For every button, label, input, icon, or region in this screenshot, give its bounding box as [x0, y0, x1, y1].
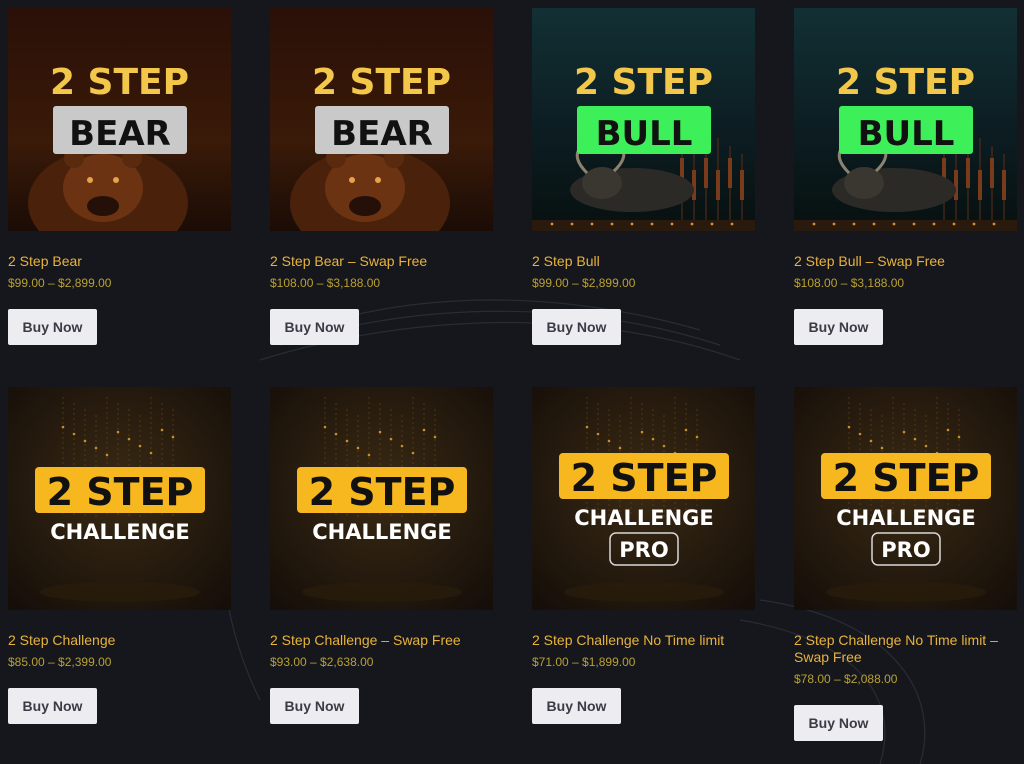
product-image[interactable]: 2 STEP CHALLENGE	[270, 387, 493, 610]
buy-now-button[interactable]: Buy Now	[532, 688, 621, 724]
product-grid: 2 STEP BEAR 2 Step Bear $99.00 – $2,899.0…	[8, 8, 1018, 741]
artwork-label: CHALLENGE	[50, 520, 190, 544]
artwork-title: 2 STEP	[574, 62, 713, 103]
product-price: $108.00 – $3,188.00	[794, 276, 905, 290]
buy-now-button[interactable]: Buy Now	[8, 309, 97, 345]
artwork-label: CHALLENGE	[836, 506, 976, 530]
artwork-title: 2 STEP	[47, 470, 194, 514]
buy-now-button[interactable]: Buy Now	[794, 705, 883, 741]
buy-now-button[interactable]: Buy Now	[8, 688, 97, 724]
product-image[interactable]: 2 STEP BEAR	[8, 8, 231, 231]
product-price: $85.00 – $2,399.00	[8, 655, 112, 669]
product-price: $99.00 – $2,899.00	[8, 276, 112, 290]
artwork-title: 2 STEP	[309, 470, 456, 514]
product-card: 2 STEP CHALLENGE 2 Step Challenge – Swap …	[270, 387, 493, 741]
product-image[interactable]: 2 STEP BULL	[532, 8, 755, 231]
product-card: 2 STEP BULL 2 Step Bull $99.00 – $2,899.0…	[532, 8, 755, 345]
product-image[interactable]: 2 STEP BEAR	[270, 8, 493, 231]
artwork-label: BULL	[596, 114, 693, 154]
product-title[interactable]: 2 Step Challenge No Time limit – Swap Fr…	[794, 632, 1017, 666]
product-card: 2 STEP BEAR 2 Step Bear $99.00 – $2,899.0…	[8, 8, 231, 345]
artwork-title: 2 STEP	[833, 456, 980, 500]
product-title[interactable]: 2 Step Bear – Swap Free	[270, 253, 493, 270]
artwork-label: BEAR	[69, 114, 171, 154]
product-card: 2 STEP CHALLENGE PRO 2 Step Challenge No T…	[532, 387, 755, 741]
artwork-label: BEAR	[331, 114, 433, 154]
artwork-label: BULL	[858, 114, 955, 154]
artwork-title: 2 STEP	[571, 456, 718, 500]
buy-now-button[interactable]: Buy Now	[270, 309, 359, 345]
product-price: $78.00 – $2,088.00	[794, 672, 898, 686]
artwork-title: 2 STEP	[50, 62, 189, 103]
product-title[interactable]: 2 Step Bull	[532, 253, 755, 270]
product-title[interactable]: 2 Step Bear	[8, 253, 231, 270]
product-image[interactable]: 2 STEP CHALLENGE	[8, 387, 231, 610]
product-card: 2 STEP BULL 2 Step Bull – Swap Free $108.…	[794, 8, 1017, 345]
artwork-label: CHALLENGE	[574, 506, 714, 530]
artwork-pro-label: PRO	[619, 538, 668, 562]
buy-now-button[interactable]: Buy Now	[532, 309, 621, 345]
product-image[interactable]: 2 STEP BULL	[794, 8, 1017, 231]
artwork-title: 2 STEP	[312, 62, 451, 103]
product-card: 2 STEP BEAR 2 Step Bear – Swap Free $108.…	[270, 8, 493, 345]
product-price: $71.00 – $1,899.00	[532, 655, 636, 669]
artwork-title: 2 STEP	[836, 62, 975, 103]
product-price: $108.00 – $3,188.00	[270, 276, 381, 290]
product-card: 2 STEP CHALLENGE PRO 2 Step Challenge No T…	[794, 387, 1017, 741]
artwork-pro-label: PRO	[881, 538, 930, 562]
product-card: 2 STEP CHALLENGE 2 Step Challenge $85.00 …	[8, 387, 231, 741]
product-image[interactable]: 2 STEP CHALLENGE PRO	[532, 387, 755, 610]
product-title[interactable]: 2 Step Bull – Swap Free	[794, 253, 1017, 270]
product-price: $93.00 – $2,638.00	[270, 655, 374, 669]
buy-now-button[interactable]: Buy Now	[270, 688, 359, 724]
product-title[interactable]: 2 Step Challenge	[8, 632, 231, 649]
product-price: $99.00 – $2,899.00	[532, 276, 636, 290]
artwork-label: CHALLENGE	[312, 520, 452, 544]
product-title[interactable]: 2 Step Challenge – Swap Free	[270, 632, 493, 649]
buy-now-button[interactable]: Buy Now	[794, 309, 883, 345]
product-image[interactable]: 2 STEP CHALLENGE PRO	[794, 387, 1017, 610]
product-title[interactable]: 2 Step Challenge No Time limit	[532, 632, 755, 649]
